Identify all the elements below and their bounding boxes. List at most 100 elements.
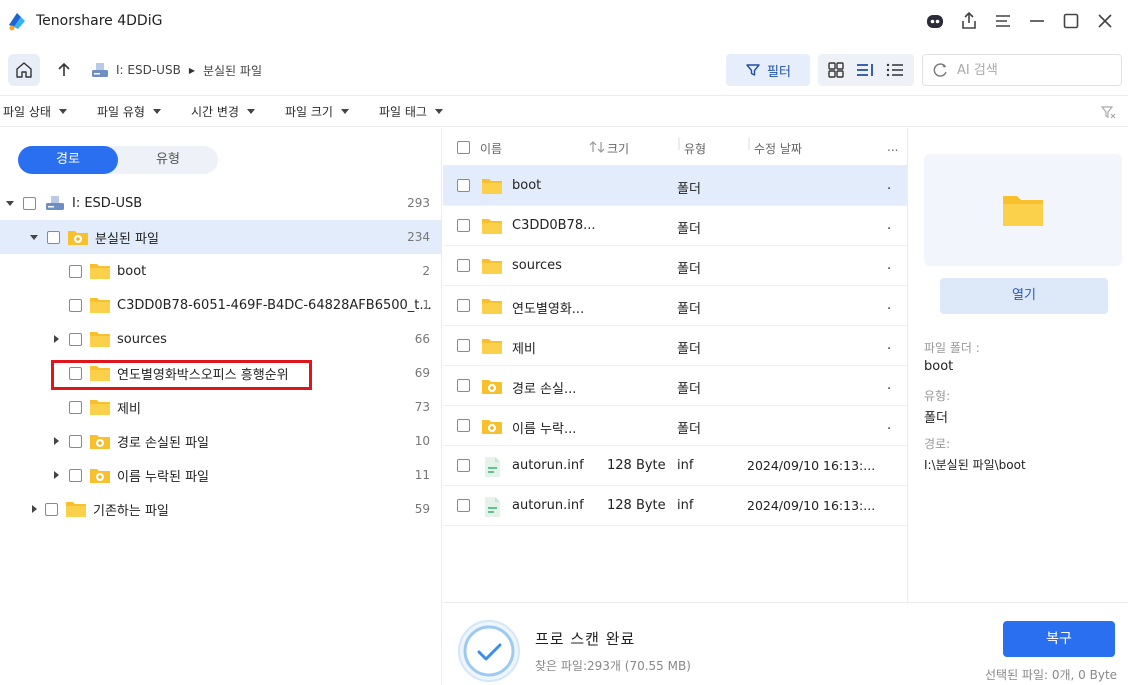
- folder-icon: [482, 339, 502, 354]
- chevron-down-icon: [246, 109, 255, 114]
- folder-preview-icon: [1003, 196, 1043, 226]
- checkbox[interactable]: [69, 468, 82, 482]
- filter-file-tag[interactable]: 파일 태그: [379, 103, 443, 120]
- folder-icon: [90, 332, 110, 347]
- table-row[interactable]: boot 폴더 .: [443, 166, 907, 206]
- tree-item-c3dd0b78[interactable]: C3DD0B78-6051-469F-B4DC-64828AFB6500_t..…: [0, 288, 442, 322]
- checkbox[interactable]: [69, 264, 82, 278]
- row-checkbox[interactable]: [457, 499, 470, 512]
- checkbox[interactable]: [69, 400, 82, 414]
- expand-arrow-icon[interactable]: [54, 471, 59, 479]
- chevron-down-icon: [58, 109, 67, 114]
- expand-arrow-icon[interactable]: [54, 335, 59, 343]
- view-mode-group: [818, 54, 914, 86]
- tree-item-name-missing[interactable]: 이름 누락된 파일 11: [0, 458, 442, 492]
- tree-item-existing-files[interactable]: 기존하는 파일 59: [0, 492, 442, 526]
- breadcrumb-drive[interactable]: I: ESD-USB: [116, 63, 181, 77]
- checkbox[interactable]: [69, 332, 82, 346]
- checkbox[interactable]: [45, 502, 58, 516]
- select-all-checkbox[interactable]: [457, 141, 470, 154]
- row-checkbox[interactable]: [457, 299, 470, 312]
- funnel-icon: [746, 64, 760, 76]
- table-row[interactable]: autorun.inf 128 Byte inf 2024/09/10 16:1…: [443, 486, 907, 526]
- checkbox[interactable]: [23, 196, 36, 210]
- row-checkbox[interactable]: [457, 419, 470, 432]
- table-row[interactable]: 연도별영화... 폴더 .: [443, 286, 907, 326]
- folder-value: boot: [924, 359, 954, 374]
- chevron-down-icon: [152, 109, 161, 114]
- column-more[interactable]: ...: [887, 140, 898, 154]
- breadcrumb-separator-icon: ▶: [188, 65, 195, 75]
- file-list-panel: 이름 크기 | 유형 | 수정 날짜 ... boot 폴더 . C3DD0B7…: [443, 128, 908, 602]
- table-row[interactable]: C3DD0B78... 폴더 .: [443, 206, 907, 246]
- tree-item-sources[interactable]: sources 66: [0, 322, 442, 356]
- table-row[interactable]: 제비 폴더 .: [443, 326, 907, 366]
- sort-icon[interactable]: [589, 141, 605, 153]
- filter-file-status[interactable]: 파일 상태: [3, 103, 67, 120]
- minimize-icon[interactable]: [1022, 6, 1052, 36]
- filter-file-size[interactable]: 파일 크기: [285, 103, 349, 120]
- detail-view-icon[interactable]: [855, 61, 875, 79]
- app-title: Tenorshare 4DDiG: [36, 13, 163, 29]
- up-button[interactable]: [50, 56, 78, 84]
- row-checkbox[interactable]: [457, 339, 470, 352]
- folder-icon: [482, 259, 502, 274]
- checkbox[interactable]: [69, 434, 82, 448]
- checkbox[interactable]: [47, 230, 60, 244]
- column-type[interactable]: 유형: [684, 140, 706, 157]
- share-icon[interactable]: [954, 6, 984, 36]
- filter-button[interactable]: 필터: [726, 54, 810, 86]
- close-icon[interactable]: [1090, 6, 1120, 36]
- menu-icon[interactable]: [988, 6, 1018, 36]
- path-value: I:\분실된 파일\boot: [924, 458, 1026, 472]
- tree-item-boot[interactable]: boot 2: [0, 254, 442, 288]
- column-size[interactable]: 크기: [607, 140, 629, 157]
- filter-time-modified[interactable]: 시간 변경: [191, 103, 255, 120]
- row-checkbox[interactable]: [457, 379, 470, 392]
- row-checkbox[interactable]: [457, 259, 470, 272]
- filter-label: 필터: [767, 64, 791, 80]
- breadcrumb-folder[interactable]: 분실된 파일: [203, 62, 262, 79]
- tree-item-drive[interactable]: I: ESD-USB 293: [0, 186, 442, 220]
- scan-status-title: 프로 스캔 완료: [535, 630, 636, 648]
- folder-icon: [482, 299, 502, 314]
- tab-path[interactable]: 경로: [18, 146, 118, 174]
- table-row[interactable]: autorun.inf 128 Byte inf 2024/09/10 16:1…: [443, 446, 907, 486]
- expand-arrow-icon[interactable]: [54, 437, 59, 445]
- clear-filter-icon[interactable]: [1100, 104, 1116, 120]
- lost-folder-icon: [482, 380, 502, 394]
- tree-item-jebi[interactable]: 제비 73: [0, 390, 442, 424]
- table-row[interactable]: 이름 누락... 폴더 .: [443, 406, 907, 446]
- tree-item-lost-files[interactable]: 분실된 파일 234: [0, 220, 442, 254]
- folder-icon: [90, 400, 110, 415]
- filter-file-type[interactable]: 파일 유형: [97, 103, 161, 120]
- table-row[interactable]: 경로 손실... 폴더 .: [443, 366, 907, 406]
- row-checkbox[interactable]: [457, 179, 470, 192]
- tree-item-path-lost[interactable]: 경로 손실된 파일 10: [0, 424, 442, 458]
- usb-drive-icon: [46, 196, 64, 210]
- folder-tree-panel: 경로 유형 I: ESD-USB 293 분실된 파일 234 boot 2 C…: [0, 128, 442, 685]
- expand-arrow-icon[interactable]: [32, 505, 37, 513]
- checkbox[interactable]: [69, 298, 82, 312]
- expand-arrow-icon[interactable]: [30, 234, 38, 240]
- chevron-down-icon: [340, 109, 349, 114]
- open-button[interactable]: 열기: [940, 278, 1108, 314]
- recover-button[interactable]: 복구: [1003, 621, 1115, 657]
- row-checkbox[interactable]: [457, 219, 470, 232]
- assistant-bot-icon[interactable]: [920, 6, 950, 36]
- ai-search-box[interactable]: [922, 54, 1122, 86]
- list-view-icon[interactable]: [885, 61, 905, 79]
- grid-view-icon[interactable]: [827, 61, 845, 79]
- found-files-count: 찾은 파일:293개 (70.55 MB): [535, 659, 691, 673]
- ai-search-input[interactable]: [957, 62, 1097, 78]
- home-button[interactable]: [8, 54, 40, 86]
- table-row[interactable]: sources 폴더 .: [443, 246, 907, 286]
- expand-arrow-icon[interactable]: [6, 200, 14, 206]
- tab-type[interactable]: 유형: [118, 146, 218, 174]
- column-modified[interactable]: 수정 날짜: [754, 140, 802, 157]
- ai-search-icon: [933, 63, 947, 77]
- row-checkbox[interactable]: [457, 459, 470, 472]
- chevron-down-icon: [434, 109, 443, 114]
- column-name[interactable]: 이름: [480, 140, 502, 157]
- maximize-icon[interactable]: [1056, 6, 1086, 36]
